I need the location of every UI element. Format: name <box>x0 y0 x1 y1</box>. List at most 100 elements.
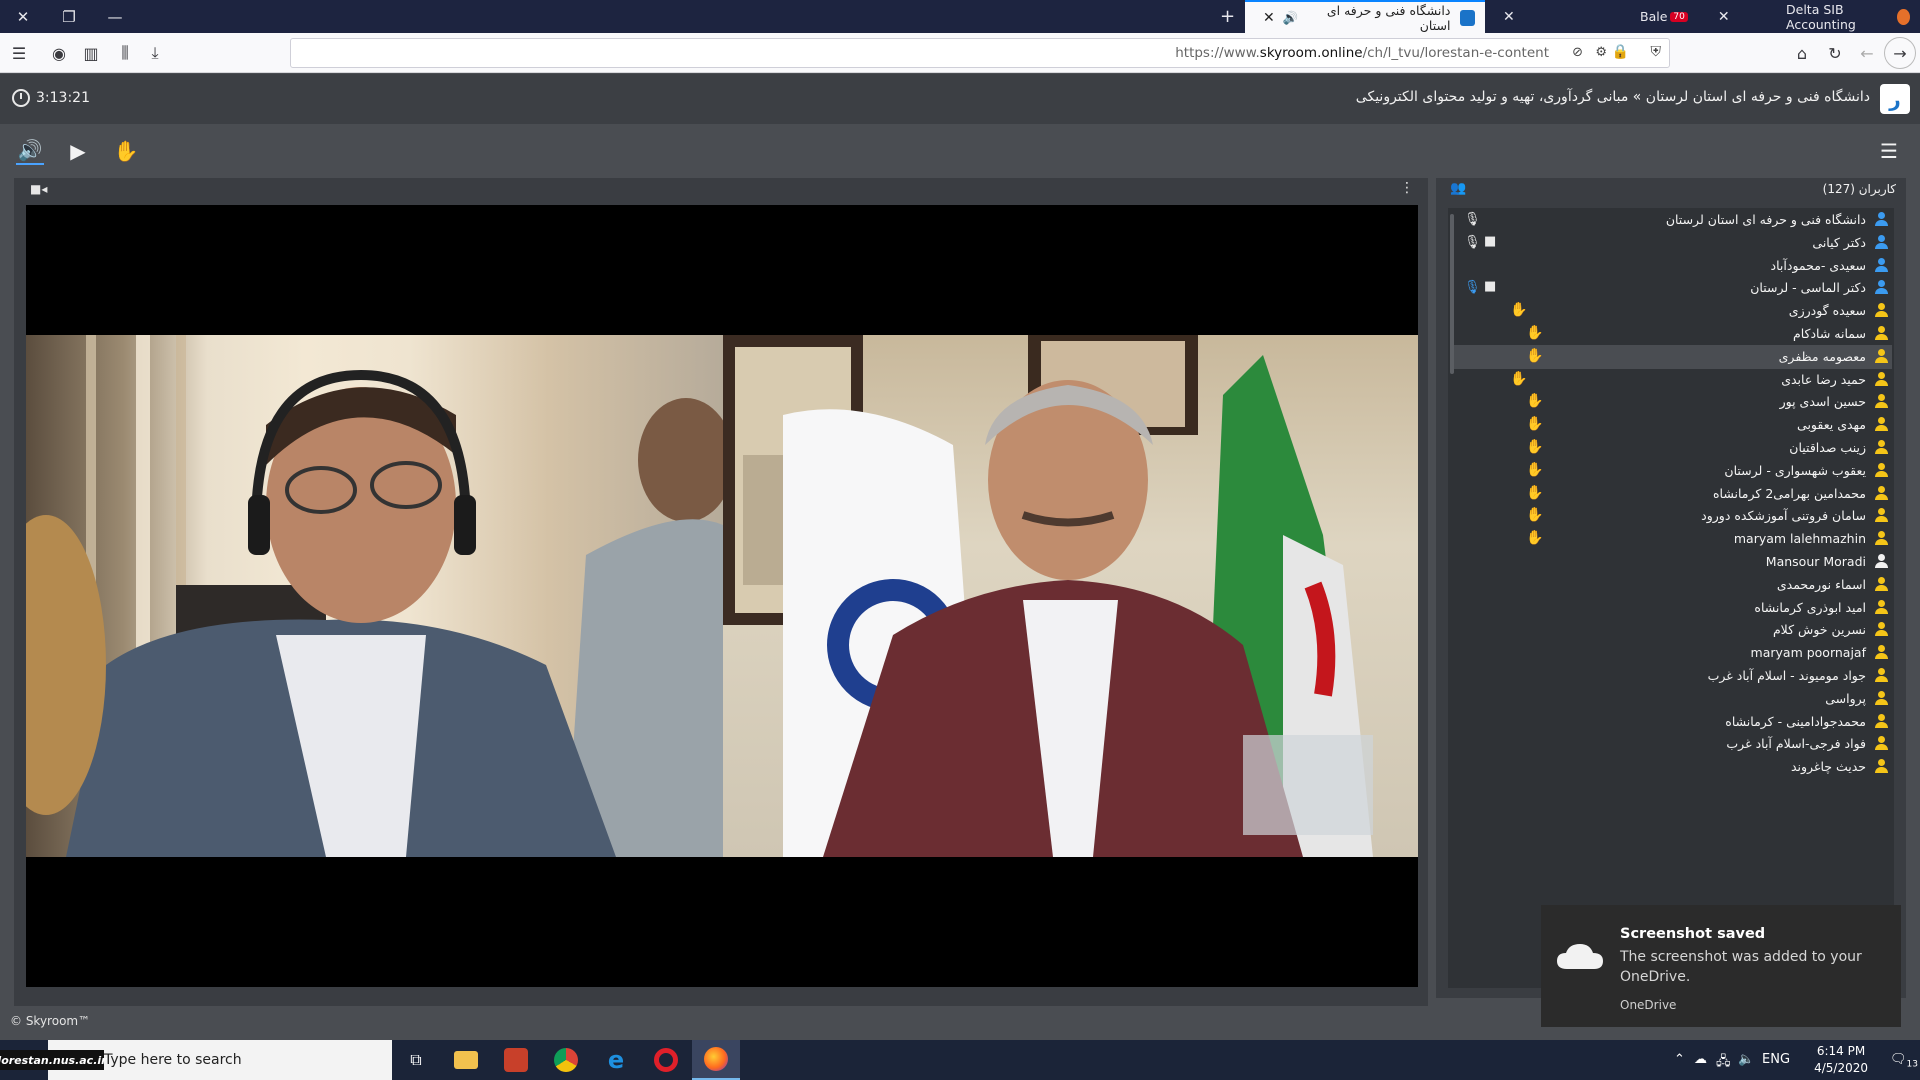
user-row[interactable]: maryam lalehmazhin ✋ <box>1454 527 1892 551</box>
video-panel: ■◂ ⋮ <box>14 178 1428 1006</box>
raised-hand-icon[interactable]: ✋ <box>1526 485 1543 501</box>
participant-video-illustration <box>723 335 1373 857</box>
room-breadcrumb: دانشگاه فنی و حرفه ای استان لرستان » مبا… <box>1355 89 1870 105</box>
user-row[interactable]: نسرین خوش کلام <box>1454 618 1892 642</box>
video-player-icon[interactable]: ▶ <box>64 137 92 165</box>
tray-expand-icon[interactable]: ⌃ <box>1674 1052 1685 1067</box>
menu-icon[interactable]: ☰ <box>4 33 34 73</box>
microphone-icon[interactable]: 🎙 <box>1464 235 1481 250</box>
taskbar-clock[interactable]: 6:14 PM 4/5/2020 <box>1814 1043 1868 1077</box>
library-icon[interactable]: ⫼ <box>110 33 140 73</box>
raised-hand-icon[interactable]: ✋ <box>1526 439 1543 455</box>
user-icon <box>1874 303 1888 318</box>
user-row[interactable]: یعقوب شهسواری - لرستان ✋ <box>1454 459 1892 483</box>
restore-window-icon[interactable]: ❐ <box>46 0 92 33</box>
raised-hand-icon[interactable]: ✋ <box>1510 371 1527 387</box>
microphone-icon[interactable]: 🎙 <box>1464 212 1481 227</box>
user-name: Mansour Moradi <box>1765 554 1866 569</box>
sidebar-icon[interactable]: ▥ <box>76 33 106 73</box>
file-explorer-icon[interactable] <box>442 1040 490 1080</box>
room-toolbar: 🔊 ▶ ✋ ☰ <box>0 125 1920 175</box>
tab-close-icon[interactable]: ✕ <box>1718 9 1730 25</box>
reload-icon[interactable]: ↻ <box>1820 33 1850 73</box>
user-row[interactable]: حمید رضا عابدی ✋ <box>1454 368 1892 392</box>
user-row[interactable]: دانشگاه فنی و حرفه ای استان لرستان 🎙 <box>1454 208 1892 232</box>
user-row[interactable]: دکتر کیانی 🎙 ■ <box>1454 231 1892 255</box>
hamburger-menu-icon[interactable]: ☰ <box>1875 137 1903 165</box>
tab-title: دانشگاه فنی و حرفه ای استان <box>1326 2 1451 33</box>
user-icon <box>1874 713 1888 728</box>
user-row[interactable]: سعیدی -محمودآباد <box>1454 254 1892 278</box>
user-row[interactable]: امید ابوذری کرمانشاه <box>1454 596 1892 620</box>
user-row[interactable]: دکتر الماسی - لرستان 🎙 ■ <box>1454 276 1892 300</box>
user-row[interactable]: جواد مومیوند - اسلام آباد غرب <box>1454 664 1892 688</box>
tab-close-icon[interactable]: ✕ <box>1263 10 1275 26</box>
user-row[interactable]: سامان فروتنی آموزشکده دورود ✋ <box>1454 504 1892 528</box>
edge-icon[interactable]: e <box>592 1040 640 1080</box>
opera-icon[interactable] <box>642 1040 690 1080</box>
user-row[interactable]: اسماء نورمحمدی <box>1454 573 1892 597</box>
panel-options-icon[interactable]: ⋮ <box>1400 180 1414 196</box>
minimize-window-icon[interactable]: — <box>92 0 138 33</box>
permissions-icon[interactable]: ⚙ <box>1595 45 1607 60</box>
network-icon[interactable]: 🖧 <box>1716 1052 1731 1074</box>
user-row[interactable]: محمدجوادامینی - کرمانشاه <box>1454 710 1892 734</box>
system-tray: ⌃ ☁ 🖧 🔈 ENG 6:14 PM 4/5/2020 🗨13 <box>1620 1040 1920 1080</box>
address-bar[interactable]: https://www.skyroom.online/ch/l_tvu/lore… <box>290 38 1670 68</box>
account-icon[interactable]: ◉ <box>44 33 74 73</box>
user-row[interactable]: حسین اسدی پور ✋ <box>1454 390 1892 414</box>
firefox-icon[interactable] <box>692 1040 740 1080</box>
raised-hand-icon[interactable]: ✋ <box>1526 530 1543 546</box>
skyroom-logo-icon: ر <box>1880 84 1910 114</box>
back-icon[interactable]: ← <box>1852 33 1882 73</box>
powerpoint-icon[interactable] <box>492 1040 540 1080</box>
language-indicator[interactable]: ENG <box>1762 1052 1790 1067</box>
raised-hand-icon[interactable]: ✋ <box>1526 416 1543 432</box>
user-row[interactable]: سمانه شادکام ✋ <box>1454 322 1892 346</box>
camera-blocked-icon[interactable]: ⊘ <box>1572 45 1583 60</box>
user-icon <box>1874 257 1888 272</box>
onedrive-notification-toast[interactable]: Screenshot saved The screenshot was adde… <box>1541 905 1901 1027</box>
raised-hand-icon[interactable]: ✋ <box>1510 302 1527 318</box>
download-icon[interactable]: ⤓ <box>140 33 170 73</box>
raise-hand-icon[interactable]: ✋ <box>112 137 140 165</box>
tab-bale[interactable]: Bale 70 ✕ <box>1630 0 1748 33</box>
new-tab-button[interactable]: + <box>1210 0 1245 33</box>
volume-icon[interactable]: 🔈 <box>1738 1052 1754 1067</box>
user-row[interactable]: پرواسی <box>1454 687 1892 711</box>
user-row[interactable]: زینب صداقتیان ✋ <box>1454 436 1892 460</box>
speaker-icon[interactable]: 🔊 <box>16 137 44 165</box>
notification-center-icon[interactable]: 🗨13 <box>1890 1052 1918 1070</box>
raised-hand-icon[interactable]: ✋ <box>1526 348 1543 364</box>
user-row[interactable]: Mansour Moradi <box>1454 550 1892 574</box>
raised-hand-icon[interactable]: ✋ <box>1526 393 1543 409</box>
raised-hand-icon[interactable]: ✋ <box>1526 462 1543 478</box>
raised-hand-icon[interactable]: ✋ <box>1526 507 1543 523</box>
tab-skyroom[interactable]: ✕ 🔊 دانشگاه فنی و حرفه ای استان <box>1245 0 1485 33</box>
lock-icon[interactable]: 🔒 <box>1612 44 1629 60</box>
user-row[interactable]: مهدی یعقوبی ✋ <box>1454 413 1892 437</box>
user-row[interactable]: حدیث چاغروند <box>1454 755 1892 779</box>
speaker-icon[interactable]: 🔊 <box>1283 10 1299 26</box>
chrome-icon[interactable] <box>542 1040 590 1080</box>
user-row[interactable]: سعیده گودرزی ✋ <box>1454 299 1892 323</box>
user-row[interactable]: معصومه مظفری ✋ <box>1454 344 1892 369</box>
home-icon[interactable]: ⌂ <box>1787 33 1817 73</box>
tab-close-icon[interactable]: ✕ <box>1485 0 1533 33</box>
forward-icon[interactable]: → <box>1884 37 1916 69</box>
raised-hand-icon[interactable]: ✋ <box>1526 325 1543 341</box>
onedrive-tray-icon[interactable]: ☁ <box>1694 1052 1707 1067</box>
microphone-icon[interactable]: 🎙 <box>1464 280 1481 295</box>
camera-icon[interactable]: ■ <box>1484 279 1496 294</box>
task-view-icon[interactable]: ⧉ <box>392 1040 440 1080</box>
user-row[interactable]: maryam poornajaf <box>1454 641 1892 665</box>
camera-icon[interactable]: ■ <box>1484 234 1496 249</box>
user-name: سعیدی -محمودآباد <box>1770 257 1866 273</box>
windows-taskbar: ⊞ ⚲ Type here to search ⧉ e ⌃ ☁ 🖧 🔈 ENG … <box>0 1040 1920 1080</box>
close-window-icon[interactable]: ✕ <box>0 0 46 33</box>
user-row[interactable]: محمدامین بهرامی2 کرمانشاه ✋ <box>1454 482 1892 506</box>
video-feed-left <box>26 335 723 857</box>
shield-icon[interactable]: ⛨ <box>1651 44 1662 60</box>
tab-delta-sib[interactable]: Delta SIB Accounting <box>1768 0 1920 33</box>
user-row[interactable]: فواد فرجی-اسلام آباد غرب <box>1454 732 1892 756</box>
